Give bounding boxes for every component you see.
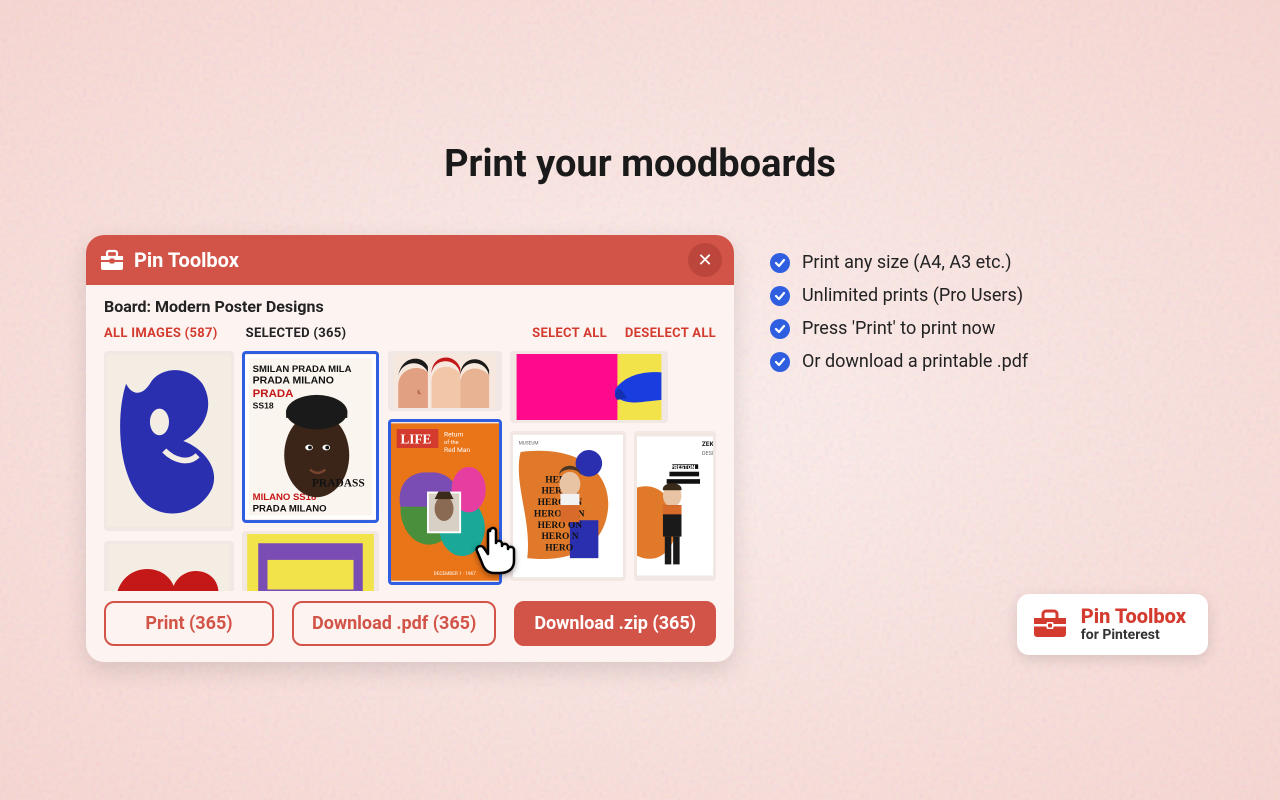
svg-text:LIFE: LIFE	[400, 431, 431, 446]
print-button[interactable]: Print (365)	[104, 601, 274, 646]
app-title: Pin Toolbox	[134, 248, 239, 272]
gallery-thumb[interactable]	[104, 541, 234, 591]
svg-text:ZEKA: ZEKA	[702, 440, 713, 448]
check-icon	[770, 253, 790, 273]
filter-row: ALL IMAGES (587) SELECTED (365) SELECT A…	[86, 322, 734, 351]
svg-text:DESIGN: DESIGN	[702, 451, 713, 457]
close-icon: ✕	[697, 250, 712, 271]
toolbox-icon	[100, 249, 124, 271]
svg-text:PRESTON: PRESTON	[670, 465, 695, 471]
svg-text:HERO N: HERO N	[541, 532, 578, 542]
gallery-thumb[interactable]: HERO HERO N HERO ON HERO ZON HERO ON HER…	[510, 431, 626, 581]
download-pdf-button[interactable]: Download .pdf (365)	[292, 601, 496, 646]
deselect-all-button[interactable]: DESELECT ALL	[625, 326, 716, 341]
check-icon	[770, 319, 790, 339]
brand-title: Pin Toolbox	[1081, 606, 1186, 627]
gallery-thumb[interactable]: SMILAN PRADA MILA PRADA MILANO PRADA SS1…	[242, 351, 379, 523]
toolbox-card: Pin Toolbox ✕ Board: Modern Poster Desig…	[86, 235, 734, 662]
feature-text: Print any size (A4, A3 etc.)	[802, 252, 1012, 273]
feature-item: Or download a printable .pdf	[770, 351, 1028, 372]
page-title: Print your moodboards	[0, 142, 1280, 186]
svg-text:PRADA: PRADA	[253, 388, 294, 400]
brand-badge: Pin Toolbox for Pinterest	[1017, 594, 1208, 655]
svg-text:PRADASS: PRADASS	[312, 478, 365, 490]
svg-text:Red Man: Red Man	[444, 446, 470, 454]
brand-text: Pin Toolbox for Pinterest	[1081, 606, 1186, 643]
svg-text:Return: Return	[444, 431, 464, 439]
action-buttons: Print (365) Download .pdf (365) Download…	[86, 591, 734, 662]
tab-all-images[interactable]: ALL IMAGES (587)	[104, 326, 218, 341]
gallery-thumb[interactable]	[104, 351, 234, 531]
download-zip-button[interactable]: Download .zip (365)	[514, 601, 716, 646]
check-icon	[770, 352, 790, 372]
card-header: Pin Toolbox ✕	[86, 235, 734, 285]
feature-text: Press 'Print' to print now	[802, 318, 995, 339]
gallery-thumb[interactable]	[510, 351, 668, 423]
svg-text:HERO ON: HERO ON	[538, 521, 583, 531]
feature-list: Print any size (A4, A3 etc.) Unlimited p…	[770, 252, 1028, 384]
board-title: Board: Modern Poster Designs	[86, 285, 734, 322]
check-icon	[770, 286, 790, 306]
svg-text:PRADA MILANO: PRADA MILANO	[253, 374, 334, 386]
brand-subtitle: for Pinterest	[1081, 627, 1186, 643]
close-button[interactable]: ✕	[688, 243, 722, 277]
svg-text:HERO: HERO	[545, 544, 573, 554]
toolbox-icon	[1033, 608, 1067, 642]
select-all-button[interactable]: SELECT ALL	[532, 326, 607, 341]
feature-text: Unlimited prints (Pro Users)	[802, 285, 1023, 306]
gallery-thumb[interactable]	[242, 531, 379, 591]
svg-text:MUSEUM: MUSEUM	[519, 440, 539, 446]
tab-selected[interactable]: SELECTED (365)	[246, 326, 347, 341]
gallery-thumb[interactable]: ZEKA DESIGN PRESTON	[634, 431, 716, 581]
feature-item: Print any size (A4, A3 etc.)	[770, 252, 1028, 273]
gallery-thumb[interactable]: LIFE Return of the Red Man DECEMBER 1 · …	[388, 419, 502, 585]
svg-text:SMILAN PRADA MILA: SMILAN PRADA MILA	[253, 364, 352, 375]
svg-text:DECEMBER 1 · 1967: DECEMBER 1 · 1967	[434, 571, 477, 577]
svg-text:SS18: SS18	[253, 400, 274, 410]
feature-item: Press 'Print' to print now	[770, 318, 1028, 339]
svg-text:PRADA MILANO: PRADA MILANO	[253, 504, 327, 515]
image-gallery: SMILAN PRADA MILA PRADA MILANO PRADA SS1…	[86, 351, 734, 591]
gallery-thumb[interactable]	[388, 351, 502, 411]
feature-text: Or download a printable .pdf	[802, 351, 1028, 372]
feature-item: Unlimited prints (Pro Users)	[770, 285, 1028, 306]
